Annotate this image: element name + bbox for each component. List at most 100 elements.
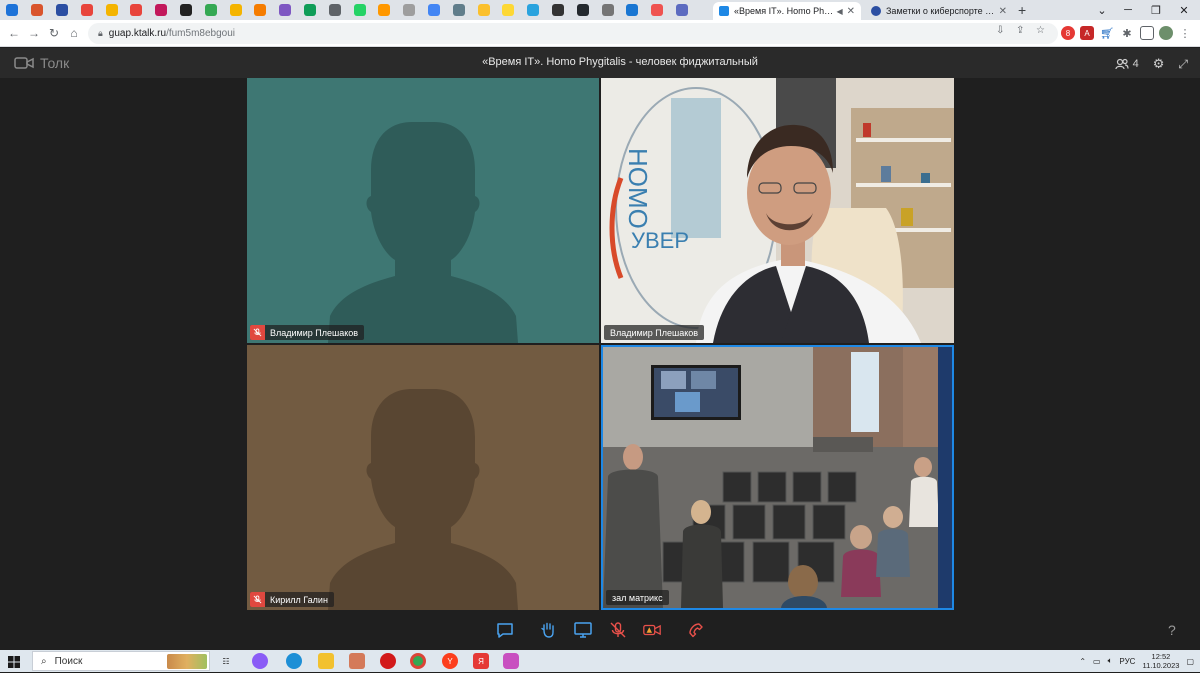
pinned-tab[interactable] xyxy=(546,0,571,20)
avatar-silhouette-icon xyxy=(328,389,518,610)
chat-button[interactable] xyxy=(495,620,515,640)
chrome-icon[interactable] xyxy=(410,653,426,669)
pinned-tab[interactable] xyxy=(174,0,199,20)
close-tab-icon[interactable]: ✕ xyxy=(999,6,1007,17)
pinned-tab[interactable] xyxy=(25,0,50,20)
app-icon xyxy=(155,4,168,16)
screen-share-button[interactable] xyxy=(573,620,593,640)
app-icon xyxy=(279,4,292,16)
pinned-tab[interactable] xyxy=(397,0,422,20)
pinned-tab[interactable] xyxy=(347,0,372,20)
search-highlight-icon xyxy=(167,654,207,669)
participant-tile[interactable]: НОМО УВЕР Владимир Плешаков xyxy=(601,78,954,343)
leave-call-button[interactable] xyxy=(686,620,706,640)
extension-icon[interactable]: 8 xyxy=(1061,26,1075,40)
pinned-tab[interactable] xyxy=(248,0,273,20)
cart-extension-icon[interactable]: 🛒︎ xyxy=(1100,26,1114,40)
pinned-tab[interactable] xyxy=(198,0,223,20)
camera-toggle[interactable] xyxy=(642,620,662,640)
microphone-toggle[interactable] xyxy=(608,620,628,640)
taskbar-search[interactable]: ⌕ Поиск xyxy=(32,651,210,671)
avatar-silhouette-icon xyxy=(328,122,518,343)
participant-tile[interactable]: Владимир Плешаков xyxy=(247,78,599,343)
forward-icon[interactable]: → xyxy=(26,25,42,41)
tab-favicon-icon xyxy=(871,6,881,16)
side-panel-icon[interactable] xyxy=(1140,26,1154,40)
pinned-tab[interactable] xyxy=(99,0,124,20)
pinned-tab[interactable] xyxy=(620,0,645,20)
restore-icon[interactable]: ❐ xyxy=(1142,0,1170,20)
pinned-tab[interactable] xyxy=(322,0,347,20)
pinned-tab[interactable] xyxy=(446,0,471,20)
drive-icon xyxy=(204,4,217,16)
app-icon xyxy=(254,4,267,16)
pinned-tab[interactable] xyxy=(124,0,149,20)
pinned-tab[interactable] xyxy=(273,0,298,20)
clock[interactable]: 12:52 11.10.2023 xyxy=(1142,652,1179,670)
reload-icon[interactable]: ↻ xyxy=(46,25,62,41)
yandex-icon[interactable]: Y xyxy=(442,653,458,669)
windows-start-icon[interactable] xyxy=(8,655,20,673)
app-icon xyxy=(626,4,639,16)
language-indicator[interactable]: РУС xyxy=(1119,657,1135,666)
install-icon[interactable]: ⇩ xyxy=(996,25,1004,36)
app-icon xyxy=(80,4,93,16)
pdf-extension-icon[interactable]: A xyxy=(1080,26,1094,40)
tab-active-meeting[interactable]: «Время IT». Homo Phygital ◀ ✕ xyxy=(713,2,861,20)
tray-chevron-icon[interactable]: ⌃ xyxy=(1079,657,1086,666)
fullscreen-icon[interactable]: ⤢ xyxy=(1178,57,1188,72)
raise-hand-button[interactable] xyxy=(538,620,558,640)
yandex-browser-icon[interactable]: Я xyxy=(473,653,489,669)
pinned-tab[interactable] xyxy=(50,0,75,20)
share-icon[interactable]: ⇪ xyxy=(1016,25,1024,36)
task-view-icon[interactable]: ☷ xyxy=(218,653,234,669)
app-icon xyxy=(477,4,490,16)
pinned-tab[interactable] xyxy=(372,0,397,20)
participant-tile-active[interactable]: зал матрикс xyxy=(601,345,954,610)
avatar[interactable] xyxy=(1159,26,1173,40)
close-window-icon[interactable]: ✕ xyxy=(1170,0,1198,20)
address-bar[interactable]: 🔒︎ guap.ktalk.ru /fum5m8ebgoui xyxy=(88,23,1058,44)
settings-gear-icon[interactable]: ⚙ xyxy=(1153,56,1165,72)
notifications-icon[interactable]: ▢ xyxy=(1186,657,1194,666)
pinned-tab[interactable] xyxy=(670,0,695,20)
pinned-tab[interactable] xyxy=(298,0,323,20)
app-icon[interactable] xyxy=(349,653,365,669)
back-icon[interactable]: ← xyxy=(6,25,22,41)
pinned-tab[interactable] xyxy=(645,0,670,20)
pinned-tab[interactable] xyxy=(74,0,99,20)
network-icon[interactable]: ▭ xyxy=(1093,657,1101,666)
opera-icon[interactable] xyxy=(380,653,396,669)
tab-articles[interactable]: Заметки о киберспорте в РФ: и ✕ xyxy=(865,2,1013,20)
pinned-tab[interactable] xyxy=(496,0,521,20)
new-tab-button[interactable]: + xyxy=(1018,2,1026,18)
chat-icon xyxy=(497,623,513,638)
app-icon xyxy=(651,4,664,16)
outlook-icon xyxy=(6,4,19,16)
pinned-tab[interactable] xyxy=(570,0,595,20)
pinned-tab[interactable] xyxy=(0,0,25,20)
speaker-icon: ◀ xyxy=(836,6,843,16)
pinned-tab[interactable] xyxy=(149,0,174,20)
menu-icon[interactable]: ⋮ xyxy=(1178,26,1192,40)
close-tab-icon[interactable]: ✕ xyxy=(847,6,855,17)
tab-search-icon[interactable]: ⌄ xyxy=(1088,0,1116,20)
pinned-tab[interactable] xyxy=(223,0,248,20)
minimize-icon[interactable]: ─ xyxy=(1114,0,1142,20)
help-button[interactable]: ? xyxy=(1168,622,1176,638)
participant-tile[interactable]: Кирилл Галин xyxy=(247,345,599,610)
volume-icon[interactable]: 🔈︎ xyxy=(1108,656,1113,666)
pinned-tab[interactable] xyxy=(595,0,620,20)
explorer-icon[interactable] xyxy=(318,653,334,669)
assistant-icon[interactable] xyxy=(252,653,268,669)
pinned-tab[interactable] xyxy=(422,0,447,20)
home-icon[interactable]: ⌂ xyxy=(66,25,82,41)
app-icon xyxy=(502,4,515,16)
extensions-puzzle-icon[interactable]: ✱ xyxy=(1120,26,1134,40)
participants-button[interactable]: 4 xyxy=(1115,58,1139,70)
app-icon[interactable] xyxy=(503,653,519,669)
bookmark-star-icon[interactable]: ☆ xyxy=(1036,25,1045,36)
pinned-tab[interactable] xyxy=(521,0,546,20)
edge-icon[interactable] xyxy=(286,653,302,669)
pinned-tab[interactable] xyxy=(471,0,496,20)
